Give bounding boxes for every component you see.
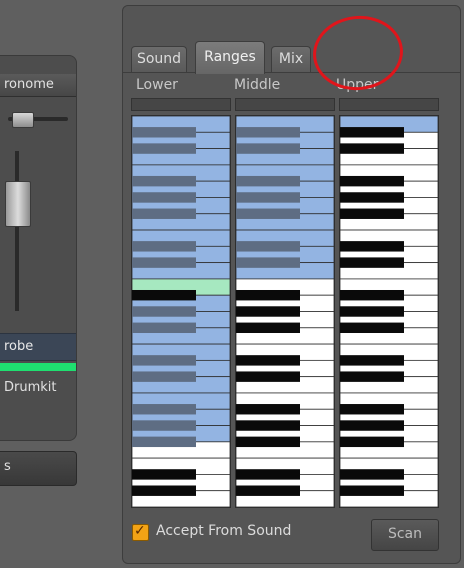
- tab-divider: [123, 72, 460, 73]
- checkmark-icon: ✓: [134, 523, 146, 539]
- black-key[interactable]: [132, 143, 196, 154]
- black-key[interactable]: [132, 192, 196, 203]
- black-key[interactable]: [132, 371, 196, 382]
- volume-slider-handle[interactable]: [5, 181, 31, 227]
- tab-sound[interactable]: Sound: [131, 46, 187, 73]
- black-key[interactable]: [132, 257, 196, 268]
- range-field-upper[interactable]: [339, 98, 439, 111]
- keyboard-lower[interactable]: [131, 115, 231, 508]
- black-key[interactable]: [340, 241, 404, 252]
- black-key[interactable]: [340, 355, 404, 366]
- black-key[interactable]: [236, 192, 300, 203]
- black-key[interactable]: [236, 355, 300, 366]
- black-key[interactable]: [132, 404, 196, 415]
- black-key[interactable]: [340, 208, 404, 219]
- black-key[interactable]: [132, 322, 196, 334]
- drumkit-list-item[interactable]: Drumkit: [4, 380, 57, 395]
- black-key[interactable]: [132, 208, 196, 219]
- black-key[interactable]: [340, 175, 404, 187]
- accept-from-sound-checkbox[interactable]: ✓: [132, 523, 149, 541]
- column-label-middle: Middle: [234, 77, 281, 93]
- black-key[interactable]: [236, 289, 300, 301]
- keyboard-middle[interactable]: [235, 115, 335, 508]
- black-key[interactable]: [236, 469, 300, 480]
- black-key[interactable]: [236, 420, 300, 431]
- black-key[interactable]: [340, 257, 404, 268]
- black-key[interactable]: [340, 404, 404, 415]
- level-indicator: [0, 363, 76, 371]
- metronome-header: ronome: [0, 74, 76, 97]
- black-key[interactable]: [132, 420, 196, 431]
- black-key[interactable]: [236, 322, 300, 334]
- black-key[interactable]: [340, 322, 404, 334]
- black-key[interactable]: [236, 208, 300, 219]
- black-key[interactable]: [132, 436, 196, 448]
- tab-mix[interactable]: Mix: [271, 46, 311, 73]
- black-key[interactable]: [236, 371, 300, 382]
- strobe-list-item[interactable]: robe: [0, 333, 76, 361]
- black-key[interactable]: [340, 371, 404, 382]
- black-key[interactable]: [236, 306, 300, 317]
- range-field-middle[interactable]: [235, 98, 335, 111]
- left-panel-button-label: s: [4, 459, 11, 474]
- black-key[interactable]: [340, 436, 404, 448]
- keyboard-upper[interactable]: [339, 115, 439, 508]
- scan-button[interactable]: Scan: [371, 519, 439, 551]
- black-key[interactable]: [236, 127, 300, 138]
- black-key[interactable]: [132, 127, 196, 138]
- black-key[interactable]: [340, 143, 404, 154]
- black-key[interactable]: [236, 143, 300, 154]
- column-label-upper: Upper: [336, 77, 379, 93]
- black-key[interactable]: [340, 306, 404, 317]
- black-key[interactable]: [132, 241, 196, 252]
- black-key[interactable]: [132, 175, 196, 187]
- strobe-label: robe: [4, 339, 34, 354]
- black-key[interactable]: [236, 404, 300, 415]
- black-key[interactable]: [132, 469, 196, 480]
- column-label-lower: Lower: [136, 77, 178, 93]
- black-key[interactable]: [132, 355, 196, 366]
- black-key[interactable]: [236, 241, 300, 252]
- metronome-header-label: ronome: [4, 77, 54, 92]
- black-key[interactable]: [236, 485, 300, 496]
- accept-from-sound-label: Accept From Sound: [156, 523, 292, 539]
- black-key[interactable]: [340, 127, 404, 138]
- black-key[interactable]: [340, 469, 404, 480]
- left-panel-button[interactable]: s: [0, 451, 77, 486]
- black-key[interactable]: [236, 175, 300, 187]
- black-key[interactable]: [340, 420, 404, 431]
- tab-ranges[interactable]: Ranges: [195, 41, 265, 74]
- black-key[interactable]: [236, 257, 300, 268]
- black-key[interactable]: [340, 485, 404, 496]
- tempo-slider-handle[interactable]: [12, 112, 34, 128]
- black-key[interactable]: [132, 485, 196, 496]
- metronome-panel: ronome robe Drumkit: [0, 55, 77, 441]
- volume-slider-track[interactable]: [15, 151, 19, 311]
- black-key[interactable]: [236, 436, 300, 448]
- black-key[interactable]: [132, 289, 196, 301]
- range-field-lower[interactable]: [131, 98, 231, 111]
- black-key[interactable]: [132, 306, 196, 317]
- black-key[interactable]: [340, 192, 404, 203]
- black-key[interactable]: [340, 289, 404, 301]
